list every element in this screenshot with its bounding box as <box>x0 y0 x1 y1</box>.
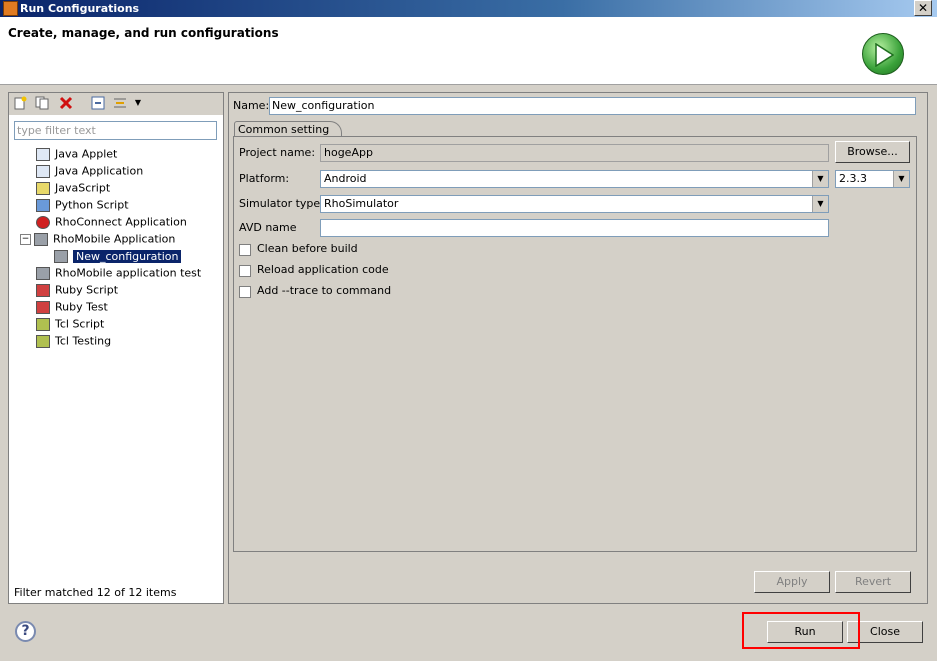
name-label: Name: <box>233 99 270 112</box>
ruby-test-icon <box>36 300 50 314</box>
apply-button[interactable]: Apply <box>754 571 830 593</box>
version-select[interactable]: 2.3.3 ▼ <box>835 170 910 188</box>
clean-before-build-label: Clean before build <box>257 242 358 255</box>
window-title-bar: Run Configurations <box>0 0 937 17</box>
filter-status: Filter matched 12 of 12 items <box>14 586 177 599</box>
revert-button[interactable]: Revert <box>835 571 911 593</box>
rhoconnect-icon <box>36 215 50 229</box>
tools-icon <box>3 1 18 16</box>
collapse-toggle-icon[interactable]: − <box>20 233 31 245</box>
browse-button[interactable]: Browse... <box>835 141 910 163</box>
dropdown-icon[interactable]: ▼ <box>131 96 145 110</box>
project-name-label: Project name: <box>239 146 316 159</box>
java-applet-icon <box>36 147 50 161</box>
version-value: 2.3.3 <box>839 172 867 185</box>
rhomobile-config-icon <box>54 249 68 263</box>
help-icon[interactable]: ? <box>15 621 36 642</box>
tree-item-python-script[interactable]: Python Script <box>36 196 129 213</box>
new-config-icon[interactable] <box>13 96 27 110</box>
avd-name-input[interactable] <box>320 219 829 237</box>
tree-item-tcl-script[interactable]: Tcl Script <box>36 315 104 332</box>
add-trace-checkbox[interactable] <box>239 286 251 298</box>
run-play-icon <box>862 33 904 75</box>
tree-item-ruby-test[interactable]: Ruby Test <box>36 298 108 315</box>
tree-item-javascript[interactable]: JavaScript <box>36 179 110 196</box>
chevron-down-icon[interactable]: ▼ <box>812 196 828 212</box>
rhomobile-test-icon <box>36 266 50 280</box>
avd-name-label: AVD name <box>239 221 297 234</box>
chevron-down-icon[interactable]: ▼ <box>893 171 909 187</box>
javascript-icon <box>36 181 50 195</box>
window-title: Run Configurations <box>20 2 140 15</box>
reload-app-code-checkbox[interactable] <box>239 265 251 277</box>
add-trace-label: Add --trace to command <box>257 284 392 297</box>
config-name-input[interactable]: New_configuration <box>269 97 916 115</box>
chevron-down-icon[interactable]: ▼ <box>812 171 828 187</box>
tree-item-rhoconnect[interactable]: RhoConnect Application <box>36 213 187 230</box>
filter-input[interactable]: type filter text <box>14 121 217 140</box>
simulator-type-value: RhoSimulator <box>324 197 399 210</box>
java-app-icon <box>36 164 50 178</box>
tree-item-rhomobile[interactable]: − RhoMobile Application <box>20 230 175 247</box>
tcl-icon <box>36 317 50 331</box>
rhomobile-icon <box>34 232 48 246</box>
python-icon <box>36 198 50 212</box>
reload-app-code-label: Reload application code <box>257 263 389 276</box>
ruby-icon <box>36 283 50 297</box>
collapse-all-icon[interactable] <box>91 96 105 110</box>
simulator-type-select[interactable]: RhoSimulator ▼ <box>320 195 829 213</box>
platform-value: Android <box>324 172 367 185</box>
filter-icon[interactable] <box>113 96 127 110</box>
run-highlight-box <box>742 612 860 649</box>
simulator-type-label: Simulator type: <box>239 197 324 210</box>
tree-item-rhomobile-test[interactable]: RhoMobile application test <box>36 264 201 281</box>
tab-common-setting[interactable]: Common setting <box>234 121 342 137</box>
tcl-test-icon <box>36 334 50 348</box>
delete-icon[interactable] <box>59 96 73 110</box>
dialog-title: Create, manage, and run configurations <box>8 26 279 40</box>
tree-item-ruby-script[interactable]: Ruby Script <box>36 281 118 298</box>
clean-before-build-checkbox[interactable] <box>239 244 251 256</box>
platform-select[interactable]: Android ▼ <box>320 170 829 188</box>
tree-item-java-application[interactable]: Java Application <box>36 162 143 179</box>
duplicate-icon[interactable] <box>35 96 49 110</box>
config-toolbar: ▼ <box>9 93 223 115</box>
project-name-field[interactable]: hogeApp <box>320 144 829 162</box>
tree-item-java-applet[interactable]: Java Applet <box>36 145 117 162</box>
platform-label: Platform: <box>239 172 290 185</box>
tree-item-new-configuration[interactable]: New_configuration <box>54 247 182 264</box>
tree-item-tcl-testing[interactable]: Tcl Testing <box>36 332 111 349</box>
close-window-button[interactable]: ✕ <box>914 0 932 16</box>
